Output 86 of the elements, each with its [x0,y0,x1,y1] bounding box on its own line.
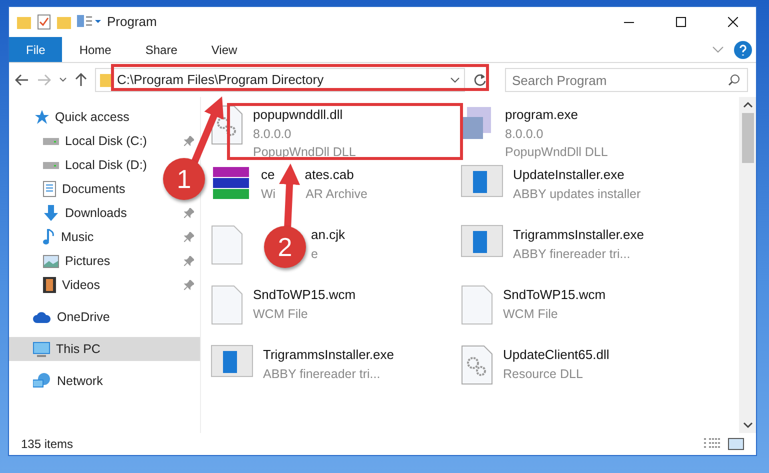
caret-icon[interactable] [450,77,460,83]
file-name[interactable]: TrigrammsInstaller.exe [263,345,394,364]
sidebar-item[interactable]: Documents [9,177,132,201]
pin-icon[interactable] [184,256,194,266]
star-icon [33,109,49,125]
file-name[interactable]: SndToWP15.wcm [253,285,356,304]
pin-icon[interactable] [184,208,194,218]
maximize-icon [676,17,686,27]
expand-ribbon-icon[interactable] [712,46,724,54]
archive-icon [211,165,251,201]
file-detail: PopupWndDll DLL [505,144,608,160]
gear-file-icon [461,345,493,385]
scrollbar[interactable] [739,97,756,433]
file-detail: ABBY finereader tri... [513,246,630,262]
view-options-icon[interactable] [77,15,101,29]
details-view-icon[interactable] [704,438,720,450]
file-name[interactable]: ce [261,165,275,184]
file-icon [211,285,243,325]
file-detail: ABBY finereader tri... [263,366,380,382]
sidebar-item[interactable]: Quick access [9,105,136,129]
drive-icon [43,161,59,169]
sidebar-item[interactable]: Music [9,225,200,249]
file-name[interactable]: UpdateClient65.dll [503,345,610,364]
file-detail: e [311,246,318,262]
sidebar-item[interactable]: Network [9,369,109,393]
folder-icon [100,73,112,87]
file-detail: AR Archive [306,186,368,202]
file-name[interactable]: TrigrammsInstaller.exe [513,225,644,244]
caret-icon[interactable] [59,77,67,83]
search-field[interactable]: Search Program [505,68,748,92]
window-icon [461,165,503,197]
sidebar-item[interactable]: Local Disk (C:) [9,129,200,153]
scroll-down-icon[interactable] [742,421,752,429]
file-name[interactable]: an.cjk [311,225,345,244]
file-name[interactable]: UpdateInstaller.exe [513,165,624,184]
pin-icon[interactable] [184,280,194,290]
file-detail: Resource DLL [503,366,583,382]
download-arrow-icon [43,205,59,221]
file-detail: ABBY updates installer [513,186,641,202]
file-detail: PopupWndDll DLL [253,144,356,160]
up-arrow-icon[interactable] [75,73,87,87]
help-icon[interactable] [734,40,752,58]
pin-icon[interactable] [184,136,194,146]
pin-icon[interactable] [184,232,194,242]
minimize-icon [624,20,634,24]
scrollbar-thumb[interactable] [742,113,754,163]
address-bar[interactable]: C:\Program Files\Program Directory [95,68,465,92]
back-arrow-icon[interactable] [15,74,29,86]
sidebar-item[interactable]: OneDrive [9,305,116,329]
window-title: Program [107,13,157,32]
sidebar-item[interactable]: Videos [9,273,200,297]
file-icon [211,225,243,265]
sidebar-item[interactable]: Downloads [9,201,200,225]
file-name[interactable]: ates.cab [304,165,354,184]
sidebar-item[interactable]: Pictures [9,249,200,273]
item-count: 135 items [21,436,74,453]
ribbon-tab[interactable]: View [194,37,254,62]
file-detail: WCM File [253,306,308,322]
picture-icon [43,254,59,268]
close-icon [728,17,738,27]
file-detail: 8.0.0.0 [505,126,544,142]
ribbon-tab[interactable]: File [9,37,62,62]
document-icon [43,181,56,197]
large-icons-view-icon[interactable] [728,438,744,450]
file-name[interactable]: SndToWP15.wcm [503,285,606,304]
ribbon-tab[interactable]: Home [62,37,128,62]
file-name[interactable]: program.exe [505,105,578,124]
cloud-icon [33,312,51,322]
ribbon-tab[interactable]: Share [128,37,194,62]
sidebar-item[interactable]: Local Disk (D:) [9,153,153,177]
sidebar-item[interactable]: This PC [9,337,200,361]
window-icon [461,225,503,257]
music-note-icon [43,229,55,245]
file-icon [461,285,493,325]
window-icon [211,345,253,377]
film-icon [43,277,56,293]
file-detail: Wi [261,186,276,202]
file-name[interactable]: popupwnddll.dll [253,105,343,124]
scroll-up-icon[interactable] [742,101,752,109]
file-detail: WCM File [503,306,558,322]
drive-icon [43,137,59,145]
file-detail: 8.0.0.0 [253,126,292,142]
refresh-icon[interactable] [473,73,487,87]
computer-icon [33,342,50,356]
properties-icon[interactable] [37,14,51,30]
network-icon [33,373,51,389]
